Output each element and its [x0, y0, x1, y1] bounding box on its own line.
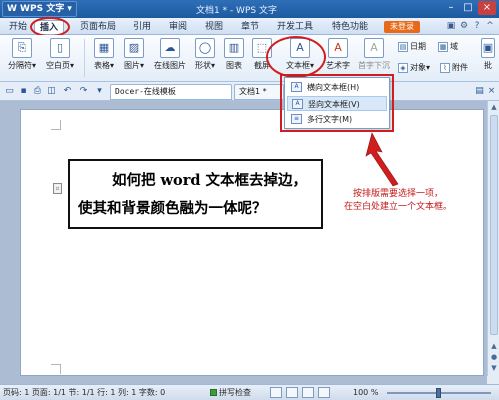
prev-page-icon[interactable]: ▲: [489, 341, 499, 351]
tab-references[interactable]: 引用: [130, 20, 154, 34]
zoom-level: 100 %: [353, 388, 379, 397]
tab-list-icon[interactable]: ▤: [474, 86, 485, 97]
table-icon: ▦: [94, 38, 114, 58]
open-folder-icon[interactable]: ▭: [4, 86, 15, 97]
art-text-button[interactable]: A 艺术字: [324, 38, 352, 71]
object-icon: ◈: [398, 62, 408, 73]
tab-review[interactable]: 审阅: [166, 20, 190, 34]
insert-tab-highlight-ring: [30, 17, 70, 37]
zoom-slider-knob[interactable]: [436, 388, 441, 398]
app-menu-button[interactable]: W WPS 文字 ▾: [2, 1, 77, 17]
field-button[interactable]: ▦ 域: [438, 41, 458, 52]
page-break-button[interactable]: ⎘ 分隔符▾: [6, 38, 38, 71]
margin-mark: [51, 364, 61, 374]
picture-icon: ▨: [124, 38, 144, 58]
document-workspace: [0, 101, 487, 376]
date-button[interactable]: ▤ 日期: [398, 41, 426, 52]
status-info: 页码: 1 页面: 1/1 节: 1/1 行: 1 列: 1 字数: 0: [3, 388, 166, 397]
ribbon-toolbar: ⎘ 分隔符▾ ▯ 空白页▾ ▦ 表格▾ ▨ 图片▾ ☁ 在线图片 ◯ 形状▾ ▥…: [0, 35, 499, 82]
menu-right-icons: ▣ ⚙ ? ^: [446, 21, 495, 31]
print-icon[interactable]: ⎙: [32, 86, 43, 97]
spell-check-toggle[interactable]: 拼写检查: [210, 385, 251, 400]
print-layout-icon[interactable]: [270, 387, 282, 398]
textbox-line-2: 使其和背景颜色融为一体呢？: [78, 200, 267, 217]
document-tab-bar: ▭ ▪ ⎙ ◫ ↶ ↷ ▾ Docer-在线模板 文档1 * ▤ ×: [0, 82, 499, 101]
dropcap-button[interactable]: A 首字下沉: [356, 38, 392, 71]
quick-access-dropdown-icon[interactable]: ▾: [94, 86, 105, 97]
tab-sections[interactable]: 章节: [238, 20, 262, 34]
page-break-icon: ⎘: [12, 38, 32, 58]
tab-close-icon[interactable]: ×: [486, 86, 497, 97]
skin-icon[interactable]: ▣: [446, 21, 456, 31]
redo-icon[interactable]: ↷: [78, 86, 89, 97]
spell-check-icon: [210, 389, 217, 396]
picture-button[interactable]: ▨ 图片▾: [122, 38, 146, 71]
margin-mark: [51, 120, 61, 130]
help-icon[interactable]: ?: [472, 21, 482, 31]
window-title: 文档1 * - WPS 文字: [196, 6, 277, 16]
object-button[interactable]: ◈ 对象▾: [398, 62, 430, 73]
shape-icon: ◯: [195, 38, 215, 58]
batch-button[interactable]: ▣ 批: [480, 38, 496, 71]
shape-button[interactable]: ◯ 形状▾: [193, 38, 217, 71]
preview-icon[interactable]: ◫: [46, 86, 57, 97]
scroll-thumb[interactable]: [490, 115, 498, 335]
chart-button[interactable]: ▥ 图表: [222, 38, 246, 71]
document-page[interactable]: [20, 109, 484, 376]
login-badge[interactable]: 未登录: [384, 21, 420, 33]
field-icon: ▦: [438, 41, 448, 52]
online-picture-button[interactable]: ☁ 在线图片: [152, 38, 188, 71]
annotation-line-1: 按排版需要选择一项，: [352, 189, 443, 199]
window-controls: – □ ×: [444, 1, 496, 15]
close-icon[interactable]: ×: [478, 1, 496, 15]
tab-view[interactable]: 视图: [202, 20, 226, 34]
tab-features[interactable]: 特色功能: [328, 20, 372, 34]
dropdown-highlight-box: [280, 74, 394, 132]
textbox-frame[interactable]: 如何把 word 文本框去掉边， 使其和背景颜色融为一体呢？: [68, 159, 323, 229]
maximize-icon[interactable]: □: [461, 1, 475, 15]
annotation-text: 按排版需要选择一项， 在空白处建立一个文本框。: [326, 188, 470, 214]
menu-bar: 开始 插入 页面布局 引用 审阅 视图 章节 开发工具 特色功能 未登录 ▣ ⚙…: [0, 18, 499, 35]
view-mode-buttons: [270, 387, 330, 398]
next-page-icon[interactable]: ▼: [489, 363, 499, 373]
attachment-button[interactable]: ⌇ 附件: [440, 62, 468, 73]
blank-page-button[interactable]: ▯ 空白页▾: [44, 38, 76, 71]
calendar-icon: ▤: [398, 41, 408, 52]
tab-page-layout[interactable]: 页面布局: [78, 20, 118, 34]
chart-icon: ▥: [224, 38, 244, 58]
dropcap-icon: A: [364, 38, 384, 58]
textbox-highlight-ring: [266, 36, 326, 78]
collapse-ribbon-icon[interactable]: ^: [485, 21, 495, 31]
outline-view-icon[interactable]: [318, 387, 330, 398]
web-layout-icon[interactable]: [302, 387, 314, 398]
minimize-icon[interactable]: –: [444, 1, 458, 15]
online-picture-icon: ☁: [160, 38, 180, 58]
blank-page-icon: ▯: [50, 38, 70, 58]
vertical-scrollbar[interactable]: ▲ ▲ ● ▼: [487, 101, 499, 376]
workspace-bottom: [0, 376, 487, 384]
scroll-up-icon[interactable]: ▲: [489, 102, 499, 112]
tab-developer[interactable]: 开发工具: [274, 20, 316, 34]
batch-icon: ▣: [481, 38, 495, 58]
annotation-line-2: 在空白处建立一个文本框。: [343, 202, 452, 212]
paragraph-anchor-icon: ▫: [53, 183, 62, 194]
full-screen-icon[interactable]: [286, 387, 298, 398]
save-icon[interactable]: ▪: [18, 86, 29, 97]
ribbon-divider: [84, 39, 85, 77]
tab-docer-templates[interactable]: Docer-在线模板: [110, 84, 232, 100]
title-bar: W WPS 文字 ▾ 文档1 * - WPS 文字 – □ ×: [0, 0, 499, 18]
tab-document1[interactable]: 文档1 *: [234, 84, 284, 100]
tab-home[interactable]: 开始: [6, 20, 30, 34]
undo-icon[interactable]: ↶: [62, 86, 73, 97]
textbox-line-1: 如何把 word 文本框去掉边，: [112, 172, 308, 189]
scroll-corner: [487, 376, 499, 384]
status-bar: 页码: 1 页面: 1/1 节: 1/1 行: 1 列: 1 字数: 0 拼写检…: [0, 384, 499, 400]
art-text-icon: A: [328, 38, 348, 58]
paperclip-icon: ⌇: [440, 62, 450, 73]
settings-icon[interactable]: ⚙: [459, 21, 469, 31]
table-button[interactable]: ▦ 表格▾: [92, 38, 116, 71]
select-browse-icon[interactable]: ●: [489, 352, 499, 362]
